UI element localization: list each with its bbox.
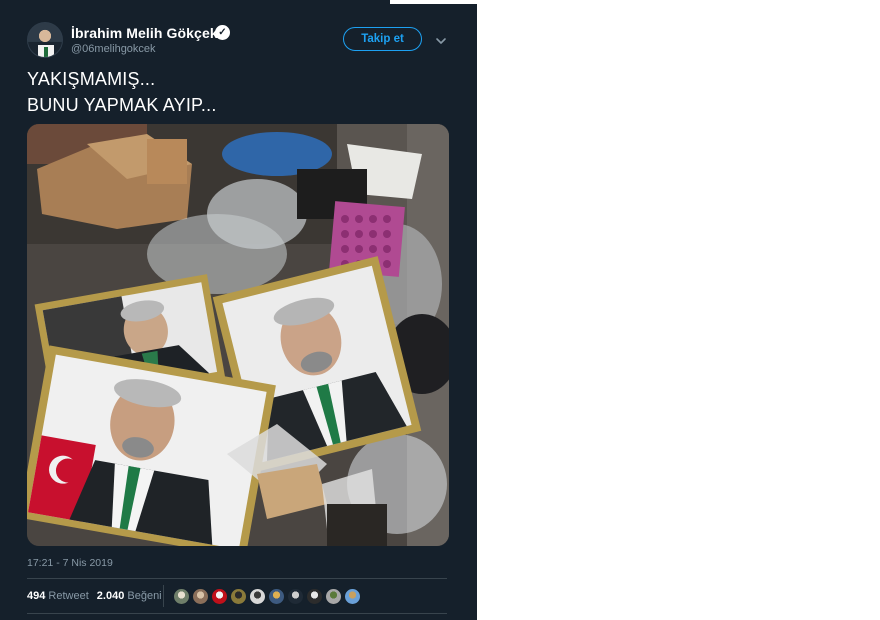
- likes-count: 2.040: [96, 590, 125, 602]
- author-avatar[interactable]: [27, 22, 63, 58]
- author-display-name[interactable]: İbrahim Melih Gökçek: [71, 25, 218, 41]
- window-edge: [390, 0, 477, 4]
- liker-avatar[interactable]: [268, 588, 285, 605]
- retweets-label: Retweet: [48, 590, 89, 602]
- divider: [163, 585, 164, 607]
- divider: [27, 613, 447, 614]
- photo-scene: [27, 124, 449, 546]
- liker-avatar[interactable]: [192, 588, 209, 605]
- tweet-timestamp[interactable]: 17:21 - 7 Nis 2019: [27, 557, 113, 569]
- liker-avatar[interactable]: [306, 588, 323, 605]
- tweet-text: YAKIŞMAMIŞ... BUNU YAPMAK AYIP...: [27, 69, 217, 115]
- tweet-card: İbrahim Melih Gökçek ✓ @06melihgokcek Ta…: [0, 0, 477, 620]
- likes-stat[interactable]: 2.040 Beğeni: [97, 590, 162, 602]
- liker-avatar[interactable]: [287, 588, 304, 605]
- divider: [27, 578, 447, 579]
- liker-avatar[interactable]: [173, 588, 190, 605]
- liker-avatar[interactable]: [211, 588, 228, 605]
- retweets-count: 494: [27, 590, 46, 602]
- tweet-stats: 494 Retweet 2.040 Beğeni: [27, 590, 170, 602]
- retweets-stat[interactable]: 494 Retweet: [27, 590, 89, 602]
- liker-avatar[interactable]: [325, 588, 342, 605]
- chevron-down-icon[interactable]: [434, 34, 448, 46]
- liker-avatar[interactable]: [230, 588, 247, 605]
- tweet-photo[interactable]: [27, 124, 449, 546]
- follow-button[interactable]: Takip et: [343, 27, 422, 51]
- likes-label: Beğeni: [127, 590, 162, 602]
- liker-avatar[interactable]: [344, 588, 361, 605]
- author-handle[interactable]: @06melihgokcek: [71, 43, 156, 55]
- avatar-tie: [44, 47, 48, 57]
- verified-badge-icon: ✓: [215, 25, 230, 40]
- liker-avatar[interactable]: [249, 588, 266, 605]
